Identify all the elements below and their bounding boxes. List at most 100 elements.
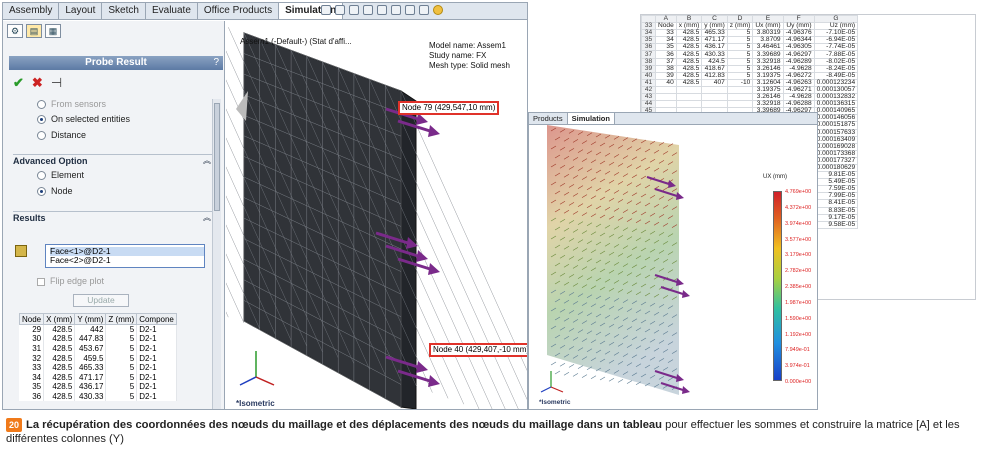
column-header[interactable]: Z (mm) <box>105 313 138 325</box>
sheet-cell[interactable]: 5 <box>726 50 754 59</box>
tab-simulation[interactable]: Simulation <box>567 113 615 124</box>
column-header[interactable]: Compone <box>136 313 177 325</box>
sheet-cell[interactable]: 430.33 <box>701 50 728 59</box>
sheet-cell[interactable]: -7.74E-05 <box>813 43 859 52</box>
tab-sketch[interactable]: Sketch <box>102 3 146 19</box>
panel-scrollbar[interactable] <box>212 99 221 409</box>
column-header[interactable]: Node <box>18 313 45 325</box>
radio-on-selected-entities[interactable] <box>37 115 46 125</box>
table-row[interactable]: 34 428.5 471.17 5 D2-1 <box>19 372 177 383</box>
table-row[interactable]: 29 428.5 442 5 D2-1 <box>19 324 177 335</box>
hide-show-icon[interactable] <box>405 5 415 15</box>
sheet-cell[interactable]: 0.000151875 <box>813 121 859 130</box>
advanced-option-header[interactable]: Advanced Option ︽ <box>13 154 213 166</box>
appearance-icon[interactable] <box>419 5 429 15</box>
radio-distance[interactable] <box>37 131 46 141</box>
sheet-cell[interactable] <box>726 100 754 109</box>
radio-from-sensors[interactable] <box>37 100 46 110</box>
probe-callout-node-40[interactable]: Node 40 (429,407,-10 mm) <box>429 343 527 357</box>
sheet-cell[interactable]: 36 <box>655 50 677 59</box>
view-orientation-icon[interactable] <box>377 5 387 15</box>
update-button[interactable]: Update <box>73 294 129 307</box>
tab-evaluate[interactable]: Evaluate <box>146 3 198 19</box>
sheet-cell[interactable]: 436.17 <box>701 43 728 52</box>
option-distance[interactable]: Distance <box>37 130 86 141</box>
option-node[interactable]: Node <box>37 186 73 197</box>
sheet-cell[interactable] <box>655 100 677 109</box>
configuration-tab-icon[interactable]: ▦ <box>45 24 61 38</box>
cancel-x-icon[interactable]: ✖ <box>32 75 43 91</box>
option-element[interactable]: Element <box>37 170 84 181</box>
sheet-cell[interactable]: 428.5 <box>675 43 703 52</box>
sheet-cell[interactable] <box>701 93 728 102</box>
tab-office-products[interactable]: Office Products <box>198 3 280 19</box>
tab-products[interactable]: Products <box>529 113 568 124</box>
graphics-viewport[interactable]: Assem1 (-Default-) (Stat d'affi... Model… <box>226 21 527 409</box>
radio-node[interactable] <box>37 187 46 197</box>
sheet-cell[interactable]: 3.39689 <box>752 50 784 59</box>
column-header[interactable]: Y (mm) <box>74 313 107 325</box>
sheet-cell[interactable] <box>726 93 754 102</box>
sheet-cell[interactable]: -10 <box>726 78 754 87</box>
table-row[interactable]: 35 428.5 436.17 5 D2-1 <box>19 382 177 392</box>
scene-icon[interactable] <box>433 5 443 15</box>
legend-tick-label: 7.949e-01 <box>785 347 810 354</box>
sheet-cell[interactable]: 35 <box>655 43 677 52</box>
sheet-cell[interactable]: -4.96297 <box>782 50 815 59</box>
selected-faces-list[interactable]: Face<1>@D2-1 Face<2>@D2-1 <box>45 244 205 268</box>
sheet-cell[interactable] <box>675 100 703 109</box>
scrollbar-thumb[interactable] <box>214 103 220 211</box>
sheet-cell[interactable] <box>675 93 703 102</box>
sheet-cell[interactable]: 40 <box>655 78 677 87</box>
table-row[interactable]: 30 428.5 447.83 5 D2-1 <box>19 334 177 344</box>
radio-element[interactable] <box>37 171 46 181</box>
sheet-cell[interactable]: 428.5 <box>675 78 703 87</box>
tab-assembly[interactable]: Assembly <box>3 3 60 19</box>
sheet-cell[interactable] <box>655 93 677 102</box>
zoom-area-icon[interactable] <box>335 5 345 15</box>
displacement-vector <box>590 375 597 380</box>
option-on-selected-entities[interactable]: On selected entities <box>37 114 130 125</box>
section-title: Advanced Option <box>13 156 88 166</box>
checkbox-box[interactable] <box>37 277 45 286</box>
sheet-cell[interactable] <box>726 85 754 95</box>
table-row[interactable]: 36 428.5 430.33 5 D2-1 <box>19 391 177 402</box>
sheet-cell[interactable] <box>701 85 728 95</box>
row-number[interactable]: 37 <box>641 50 656 59</box>
probe-callout-node-79[interactable]: Node 79 (429,547,10 mm) <box>398 101 500 115</box>
zoom-fit-icon[interactable] <box>321 5 331 15</box>
sheet-cell[interactable]: 3.46461 <box>752 43 784 52</box>
flip-edge-plot-checkbox[interactable]: Flip edge plot <box>37 276 104 286</box>
property-manager-tab-icon[interactable]: ▤ <box>26 24 42 38</box>
table-row[interactable]: 33 428.5 465.33 5 D2-1 <box>19 362 177 373</box>
collapse-chevron-icon[interactable]: ︽ <box>203 212 211 223</box>
sheet-cell[interactable]: 8.41E-05 <box>813 199 859 208</box>
results-header[interactable]: Results ︽ <box>13 211 213 223</box>
column-header[interactable]: X (mm) <box>43 313 76 325</box>
section-view-icon[interactable] <box>363 5 373 15</box>
legend-tick-label: 1.987e+00 <box>785 299 812 306</box>
table-row[interactable]: 32 428.5 459.5 5 D2-1 <box>19 353 177 363</box>
display-style-icon[interactable] <box>391 5 401 15</box>
sheet-cell[interactable] <box>655 85 677 95</box>
list-item[interactable]: Face<2>@D2-1 <box>50 256 204 265</box>
sheet-cell[interactable]: 9.58E-05 <box>813 220 859 229</box>
feature-tree-root[interactable]: Assem1 (-Default-) (Stat d'affi... <box>240 37 352 46</box>
previous-view-icon[interactable] <box>349 5 359 15</box>
row-number[interactable]: 36 <box>641 43 656 52</box>
sheet-cell[interactable]: -7.88E-05 <box>813 50 859 59</box>
sheet-cell[interactable]: 5 <box>726 43 754 52</box>
pushpin-icon[interactable]: ⊣ <box>51 75 62 91</box>
sheet-cell[interactable]: 428.5 <box>675 50 703 59</box>
feature-tree-tab-icon[interactable]: ⚙ <box>7 24 23 38</box>
tab-layout[interactable]: Layout <box>59 3 103 19</box>
collapse-chevron-icon[interactable]: ︽ <box>203 155 211 166</box>
sheet-cell[interactable]: 407 <box>701 78 728 87</box>
ok-check-icon[interactable]: ✔ <box>13 75 24 91</box>
table-row[interactable]: 31 428.5 453.67 5 D2-1 <box>19 343 177 354</box>
sheet-cell[interactable] <box>675 85 703 95</box>
option-from-sensors[interactable]: From sensors <box>37 99 106 110</box>
sheet-cell[interactable]: -4.96305 <box>782 43 815 52</box>
sheet-cell[interactable] <box>701 100 728 109</box>
help-icon[interactable]: ? <box>213 56 219 70</box>
